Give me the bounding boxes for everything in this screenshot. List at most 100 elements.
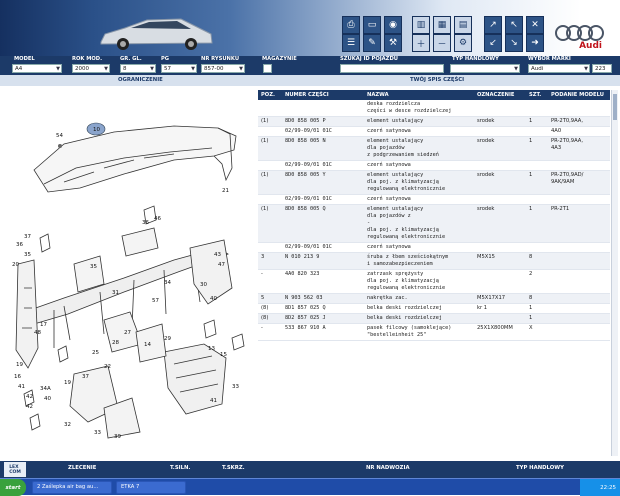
taskbar-item-browser[interactable]: 2 Zaślepka air bag au...: [32, 481, 112, 494]
list-view-icon[interactable]: ▤: [454, 16, 472, 34]
table-cell-model: PR-2T1: [548, 204, 610, 243]
arrow-up-right-icon[interactable]: ↗: [484, 16, 502, 34]
column-header[interactable]: NAZWA: [364, 90, 474, 100]
trade-type-button[interactable]: TYP HANDLOWY: [516, 465, 564, 471]
brand-select[interactable]: Audi: [528, 64, 590, 73]
parts-list-heading: TWÓJ SPIS CZĘŚCI: [410, 77, 465, 83]
table-cell-szt: X: [526, 323, 548, 341]
table-cell-szt: [526, 160, 548, 171]
table-row[interactable]: deska rozdzielcza części w desce rozdzie…: [258, 100, 610, 117]
drawing-select[interactable]: 857-00: [201, 64, 245, 73]
arrow-down-right-icon[interactable]: ↘: [505, 34, 523, 52]
wrench-icon[interactable]: ⚒: [384, 34, 402, 52]
trade-type-label: TYP HANDLOWY: [452, 56, 499, 62]
table-row[interactable]: (8) 8D2 857 025 Jbelka deski rozdzielczej…: [258, 313, 610, 324]
model-select[interactable]: A4: [12, 64, 62, 73]
table-cell-poz: (8): [258, 313, 282, 324]
table-cell-name: element ustalający: [364, 116, 474, 127]
close-icon[interactable]: ✕: [526, 16, 544, 34]
edit-icon[interactable]: ✎: [363, 34, 381, 52]
svg-text:57: 57: [152, 298, 159, 304]
column-header[interactable]: OZNACZENIE: [474, 90, 526, 100]
table-scrollbar[interactable]: [611, 90, 618, 456]
table-cell-ozn: srodek: [474, 136, 526, 161]
split-view-icon[interactable]: ▥: [412, 16, 430, 34]
group-select[interactable]: 8: [120, 64, 156, 73]
order-button[interactable]: ZLECENIE: [68, 465, 96, 471]
settings-icon[interactable]: ⚙: [454, 34, 472, 52]
table-row[interactable]: 3N 010 213 9 śruba z łbem sześciokątnym i…: [258, 252, 610, 270]
svg-text:39: 39: [114, 434, 121, 440]
column-header[interactable]: POZ.: [258, 90, 282, 100]
table-cell-name: czerń satynowa: [364, 126, 474, 137]
exploded-parts-diagram[interactable]: 541021 363520 373646 434735 401748 57313…: [4, 88, 256, 460]
zoom-out-icon[interactable]: －: [433, 34, 451, 52]
brand-code[interactable]: 223: [592, 64, 612, 73]
table-cell-ozn: M5X17X17: [474, 293, 526, 304]
svg-text:30: 30: [200, 282, 207, 288]
table-cell-name: śruba z łbem sześciokątnym i samozabezpi…: [364, 252, 474, 270]
arrow-up-left-icon[interactable]: ↖: [505, 16, 523, 34]
table-cell-num: 02/99-09/01 01C: [282, 194, 364, 205]
print-icon[interactable]: ⎙: [342, 16, 360, 34]
engine-type-button[interactable]: T.SILN.: [170, 465, 190, 471]
trade-type-select[interactable]: [450, 64, 520, 73]
table-row[interactable]: 02/99-09/01 01C czerń satynowa: [258, 160, 610, 171]
zoom-in-icon[interactable]: ＋: [412, 34, 430, 52]
footer-bar: LEX COM ZLECENIE T.SILN. T.SKRZ. NR NADW…: [0, 461, 620, 478]
table-cell-model: PR-2T0,9AA, 4A3: [548, 136, 610, 161]
body-number-button[interactable]: NR NADWOZIA: [366, 465, 410, 471]
svg-text:31: 31: [112, 290, 119, 296]
table-row[interactable]: (1) 8D0 858 005 Yelement ustalający dla p…: [258, 170, 610, 195]
arrow-right-icon[interactable]: ➜: [526, 34, 544, 52]
table-cell-ozn: [474, 242, 526, 253]
column-header[interactable]: SZT.: [526, 90, 548, 100]
year-select[interactable]: 2000: [72, 64, 110, 73]
table-cell-poz: (1): [258, 170, 282, 195]
column-header[interactable]: PODANIE MODELU: [548, 90, 610, 100]
svg-text:19: 19: [16, 362, 23, 368]
column-header[interactable]: NUMER CZĘŚCI: [282, 90, 364, 100]
table-cell-num: 02/99-09/01 01C: [282, 242, 364, 253]
table-row[interactable]: -4A0 820 323 zatrzask sprężysty dla poj. …: [258, 269, 610, 294]
table-row[interactable]: 02/99-09/01 01C czerń satynowa: [258, 242, 610, 253]
svg-text:33: 33: [94, 430, 101, 436]
pg-select[interactable]: 57: [161, 64, 197, 73]
svg-text:33: 33: [232, 384, 239, 390]
table-cell-num: 8D1 857 025 Q: [282, 303, 364, 314]
table-row[interactable]: 5N 903 562 03 nakrętka zac. M5X17X17 8: [258, 293, 610, 304]
table-cell-ozn: srodek: [474, 204, 526, 243]
table-row[interactable]: -533 867 910 Apasek filcowy (samoklejące…: [258, 323, 610, 341]
table-cell-poz: (1): [258, 116, 282, 127]
table-row[interactable]: 02/99-09/01 01C czerń satynowa 4A0: [258, 126, 610, 137]
table-row[interactable]: 02/99-09/01 01C czerń satynowa: [258, 194, 610, 205]
vin-input[interactable]: [340, 64, 444, 73]
start-button[interactable]: start: [0, 479, 26, 496]
audi-logo-text: Audi: [579, 41, 602, 51]
taskbar-item-etka[interactable]: ETKA 7: [116, 481, 186, 494]
table-cell-szt: 1: [526, 303, 548, 314]
table-row[interactable]: (1) 8D0 858 005 Pelement ustalający srodek…: [258, 116, 610, 127]
gearbox-type-button[interactable]: T.SKRZ.: [222, 465, 245, 471]
svg-text:35: 35: [24, 252, 31, 258]
warehouse-checkbox[interactable]: [263, 64, 272, 73]
grid-view-icon[interactable]: ▦: [433, 16, 451, 34]
svg-text:34A: 34A: [40, 386, 51, 392]
car-icon[interactable]: ◉: [384, 16, 402, 34]
scrollbar-thumb[interactable]: [613, 94, 617, 120]
notes-icon[interactable]: ☰: [342, 34, 360, 52]
table-row[interactable]: (8) 8D1 857 025 Qbelka deski rozdzielczej…: [258, 303, 610, 314]
table-row[interactable]: (1) 8D0 858 005 Qelement ustalający dla p…: [258, 204, 610, 243]
svg-text:19: 19: [64, 380, 71, 386]
table-cell-name: pasek filcowy (samoklejące) "bestelleinh…: [364, 323, 474, 341]
table-cell-num: 02/99-09/01 01C: [282, 126, 364, 137]
table-cell-ozn: M5X15: [474, 252, 526, 270]
table-row[interactable]: (1) 8D0 858 005 Nelement ustalający dla p…: [258, 136, 610, 161]
svg-text:37: 37: [82, 374, 89, 380]
table-cell-szt: [526, 242, 548, 253]
table-cell-poz: [258, 126, 282, 137]
arrow-down-left-icon[interactable]: ↙: [484, 34, 502, 52]
monitor-icon[interactable]: ▭: [363, 16, 381, 34]
table-cell-szt: 1: [526, 313, 548, 324]
svg-text:20: 20: [12, 262, 19, 268]
